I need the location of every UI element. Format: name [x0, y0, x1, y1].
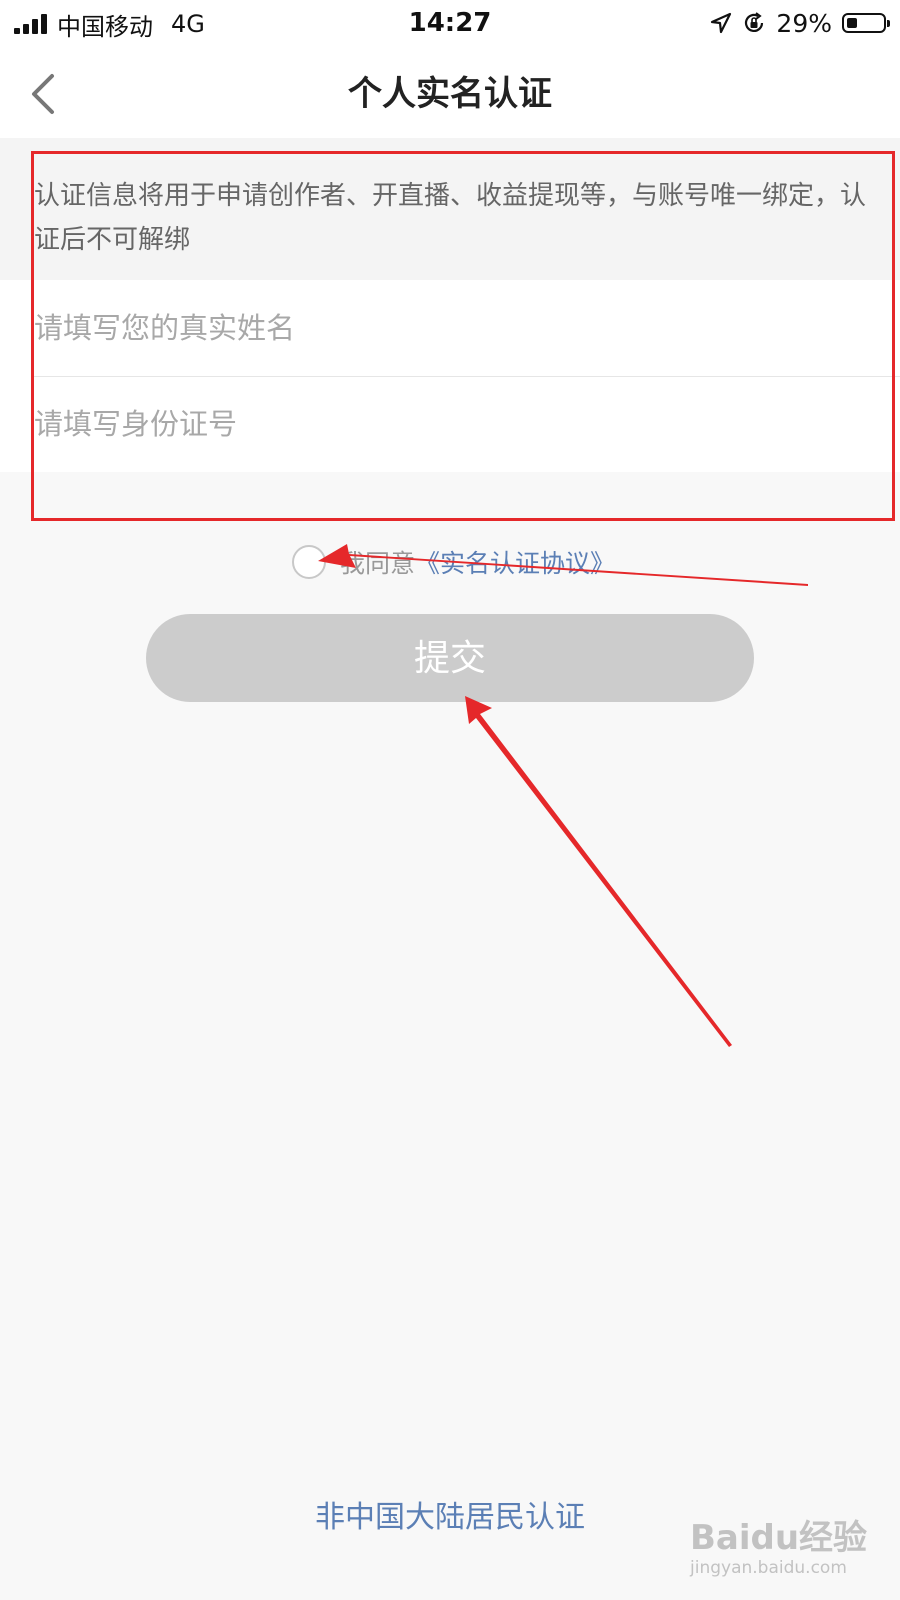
agreement-prefix: 我同意 — [340, 549, 416, 578]
notice-text: 认证信息将用于申请创作者、开直播、收益提现等，与账号唯一绑定，认证后不可解绑 — [34, 181, 867, 255]
battery-icon — [842, 13, 890, 33]
baidu-watermark: Baidu经验 jingyan.baidu.com — [688, 1508, 888, 1588]
agreement-link[interactable]: 《实名认证协议》 — [415, 544, 615, 580]
agreement-radio[interactable] — [292, 545, 326, 579]
nav-bar: 个人实名认证 — [0, 48, 900, 138]
id-field-row — [0, 376, 900, 472]
identity-form — [0, 280, 900, 472]
watermark-url: jingyan.baidu.com — [690, 1558, 847, 1578]
watermark-logo: Baidu经验 — [690, 1518, 868, 1558]
location-icon — [711, 12, 732, 34]
orientation-lock-icon — [745, 12, 764, 32]
submit-button[interactable]: 提交 — [146, 614, 754, 702]
battery-percent: 29% — [776, 8, 832, 38]
real-name-input[interactable] — [34, 280, 854, 376]
page-title: 个人实名认证 — [348, 74, 552, 114]
status-right: 29% — [710, 8, 890, 38]
battery-level — [847, 18, 857, 28]
agreement-row: 我同意 《实名认证协议》 — [292, 542, 615, 582]
arrow-to-submit — [465, 696, 732, 1047]
name-field-row — [0, 280, 900, 377]
id-number-input[interactable] — [34, 376, 854, 472]
notice-section: 认证信息将用于申请创作者、开直播、收益提现等，与账号唯一绑定，认证后不可解绑 — [0, 138, 900, 280]
status-bar: 中国移动 4G 14:27 29% — [0, 0, 900, 48]
